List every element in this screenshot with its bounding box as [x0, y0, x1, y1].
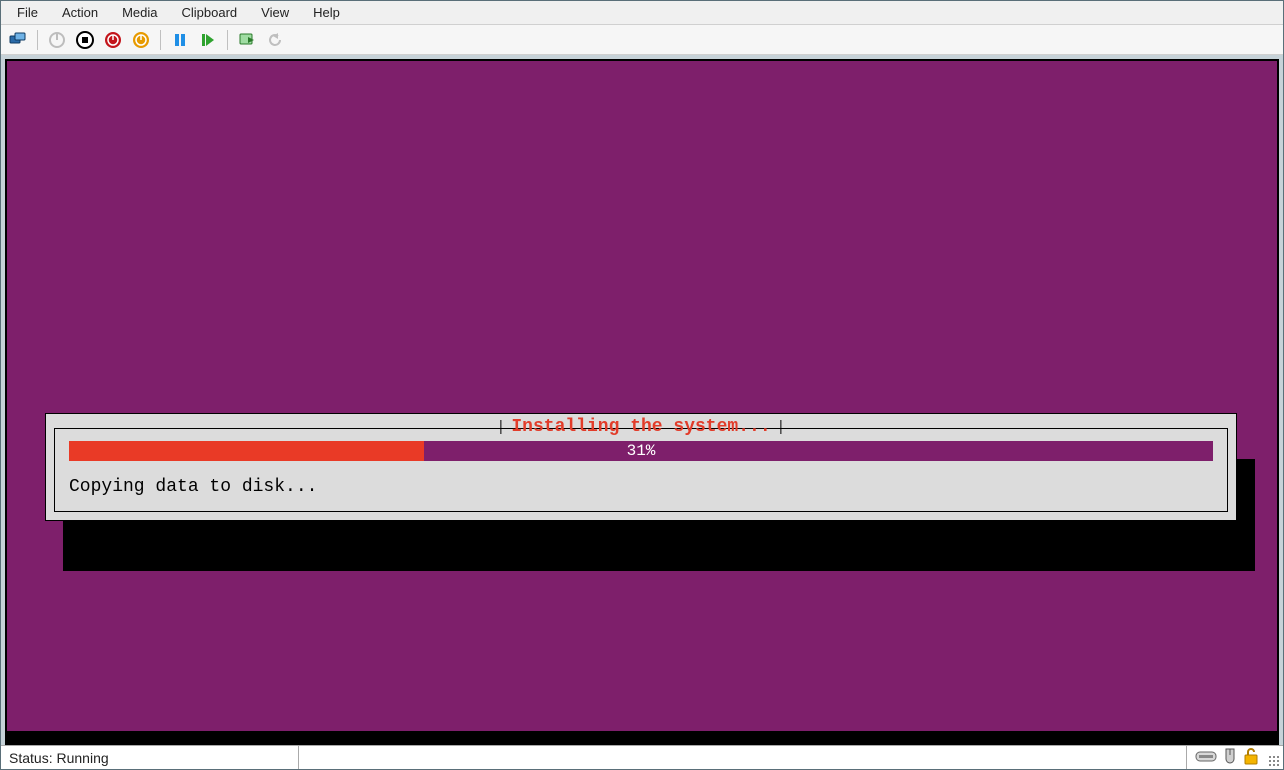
status-label: Status:	[9, 750, 53, 766]
toolbar	[1, 25, 1283, 55]
mouse-icon	[1223, 747, 1237, 768]
title-tick-left	[500, 420, 501, 434]
progress-bar: 31%	[69, 441, 1213, 461]
turn-off-icon[interactable]	[74, 29, 96, 51]
status-cell-main: Status: Running	[1, 746, 299, 769]
installer-dialog: Installing the system... 31% Copying dat…	[45, 413, 1237, 521]
vm-bottom-border	[7, 731, 1277, 743]
installer-title-wrap: Installing the system...	[492, 417, 789, 437]
menu-help[interactable]: Help	[303, 3, 350, 22]
menu-clipboard[interactable]: Clipboard	[172, 3, 248, 22]
installer-inner: Installing the system... 31% Copying dat…	[54, 428, 1228, 512]
pause-icon[interactable]	[169, 29, 191, 51]
status-bar: Status: Running	[1, 745, 1283, 769]
toolbar-separator	[160, 30, 161, 50]
menu-file[interactable]: File	[7, 3, 48, 22]
status-icons	[1187, 746, 1267, 769]
resize-grip[interactable]	[1269, 756, 1279, 766]
lock-open-icon	[1243, 747, 1259, 768]
menu-bar: File Action Media Clipboard View Help	[1, 1, 1283, 25]
menu-view[interactable]: View	[251, 3, 299, 22]
progress-message: Copying data to disk...	[69, 477, 1213, 497]
save-state-icon[interactable]	[130, 29, 152, 51]
revert-icon[interactable]	[264, 29, 286, 51]
start-icon[interactable]	[197, 29, 219, 51]
status-value: Running	[56, 750, 108, 766]
status-cell-spacer	[299, 746, 1187, 769]
connect-icon[interactable]	[7, 29, 29, 51]
shutdown-icon[interactable]	[102, 29, 124, 51]
checkpoint-icon[interactable]	[236, 29, 258, 51]
vm-display[interactable]: Installing the system... 31% Copying dat…	[5, 59, 1279, 745]
toolbar-separator	[37, 30, 38, 50]
toolbar-separator	[227, 30, 228, 50]
menu-media[interactable]: Media	[112, 3, 167, 22]
installer-title: Installing the system...	[511, 417, 770, 437]
ctrl-alt-del-icon[interactable]	[46, 29, 68, 51]
progress-percent-label: 31%	[69, 441, 1213, 461]
title-tick-right	[781, 420, 782, 434]
menu-action[interactable]: Action	[52, 3, 108, 22]
keyboard-icon	[1195, 749, 1217, 766]
progress-wrap: 31% Copying data to disk...	[69, 441, 1213, 497]
